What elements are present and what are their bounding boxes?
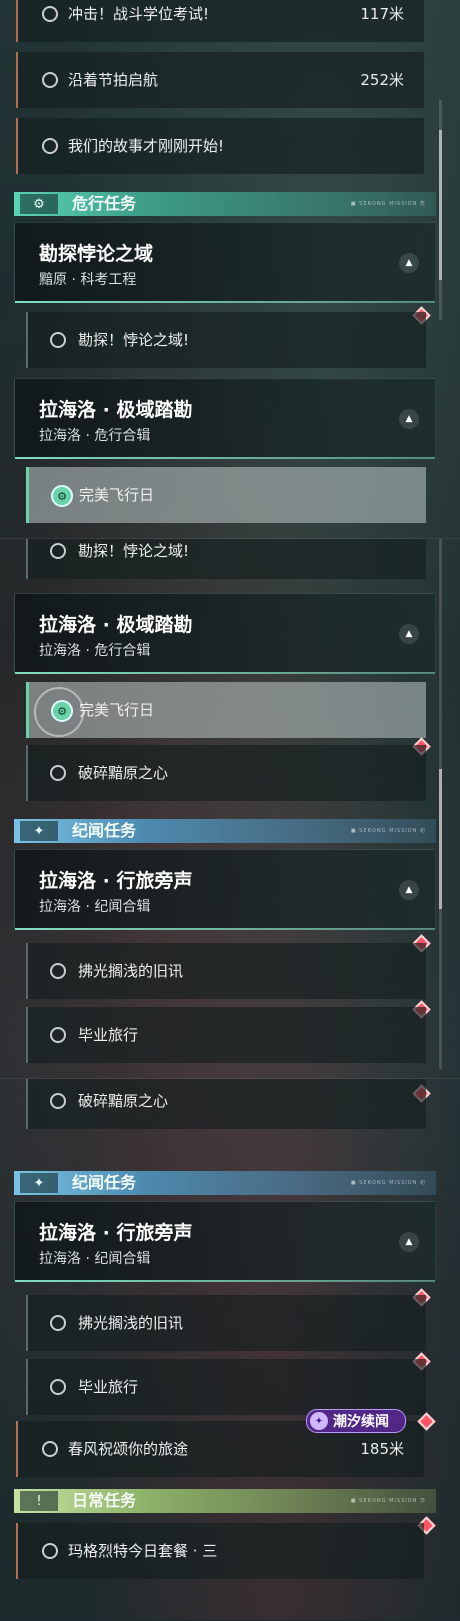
quest-series-card[interactable]: 拉海洛 · 极域踏勘 拉海洛 · 危行合辑 ▲ bbox=[14, 378, 436, 459]
active-quest-icon: ⚙ bbox=[51, 485, 73, 507]
series-subtitle: 拉海洛 · 危行合辑 bbox=[39, 428, 151, 444]
scrollbar[interactable] bbox=[439, 539, 442, 1069]
quest-circle-icon bbox=[50, 543, 66, 559]
sparkle-icon: ✦ bbox=[20, 821, 58, 841]
quest-circle-icon bbox=[50, 963, 66, 979]
sub-quest-row[interactable]: 毕业旅行 bbox=[26, 1007, 426, 1063]
quest-series-card[interactable]: 勘探悖论之域 黯原 · 科考工程 ▲ bbox=[14, 222, 436, 303]
quest-name: 勘探！悖论之域! bbox=[78, 542, 190, 560]
series-title: 拉海洛 · 行旅旁声 bbox=[39, 1222, 193, 1244]
quest-row[interactable]: 沿着节拍启航 252米 bbox=[16, 52, 424, 108]
series-title: 拉海洛 · 行旅旁声 bbox=[39, 870, 193, 892]
quest-distance: 117米 bbox=[360, 5, 404, 23]
sub-quest-row[interactable]: 勘探！悖论之域! bbox=[26, 539, 426, 579]
chevron-up-icon[interactable]: ▲ bbox=[399, 1232, 419, 1252]
quest-circle-icon bbox=[42, 6, 58, 22]
sub-quest-row[interactable]: 拂光搁浅的旧讯 bbox=[26, 1295, 426, 1351]
scrollbar-thumb[interactable] bbox=[439, 769, 442, 909]
series-subtitle: 拉海洛 · 危行合辑 bbox=[39, 643, 151, 659]
sub-quest-row[interactable]: 毕业旅行 bbox=[26, 1359, 426, 1415]
chevron-up-icon[interactable]: ▲ bbox=[399, 409, 419, 429]
event-badge-label: 潮汐续闻 bbox=[333, 1414, 389, 1430]
scrollbar-thumb[interactable] bbox=[439, 130, 442, 280]
event-icon: ✦ bbox=[310, 1412, 328, 1430]
quest-circle-icon bbox=[42, 72, 58, 88]
quest-circle-icon bbox=[42, 1441, 58, 1457]
scrollbar[interactable] bbox=[439, 100, 442, 320]
sparkle-icon: ✦ bbox=[20, 1173, 58, 1193]
quest-panel-3: 破碎黯原之心 ✦ 纪闻任务 ■ SERONG MISSION 纪 拉海洛 · 行… bbox=[0, 1078, 460, 1621]
sub-quest-row[interactable]: 破碎黯原之心 bbox=[26, 1079, 426, 1129]
section-title: 纪闻任务 bbox=[72, 821, 137, 840]
selection-ring bbox=[34, 687, 84, 737]
quest-panel-1: 冲击！战斗学位考试! 117米 沿着节拍启航 252米 我们的故事才刚刚开始! … bbox=[0, 0, 460, 538]
quest-circle-icon bbox=[50, 332, 66, 348]
exclamation-icon: ! bbox=[20, 1491, 58, 1511]
quest-circle-icon bbox=[50, 1093, 66, 1109]
quest-circle-icon bbox=[42, 1543, 58, 1559]
section-tag: ■ SERONG MISSION 纪 bbox=[350, 1180, 426, 1186]
quest-circle-icon bbox=[50, 1315, 66, 1331]
active-quest-row[interactable]: ⚙ 完美飞行日 bbox=[26, 467, 426, 523]
event-badge[interactable]: ✦ 潮汐续闻 bbox=[306, 1409, 406, 1433]
sub-quest-row[interactable]: 拂光搁浅的旧讯 bbox=[26, 943, 426, 999]
sub-quest-row[interactable]: 破碎黯原之心 bbox=[26, 745, 426, 801]
quest-name: 沿着节拍启航 bbox=[68, 71, 159, 89]
gear-icon: ⚙ bbox=[20, 194, 58, 214]
quest-row[interactable]: 冲击！战斗学位考试! 117米 bbox=[16, 0, 424, 42]
quest-name: 我们的故事才刚刚开始! bbox=[68, 137, 225, 155]
quest-name: 冲击！战斗学位考试! bbox=[68, 5, 210, 23]
quest-row[interactable]: 玛格烈特今日套餐 · 三 bbox=[16, 1523, 424, 1579]
quest-series-card[interactable]: 拉海洛 · 极域踏勘 拉海洛 · 危行合辑 ▲ bbox=[14, 593, 436, 674]
quest-name: 拂光搁浅的旧讯 bbox=[78, 962, 184, 980]
quest-row[interactable]: 我们的故事才刚刚开始! bbox=[16, 118, 424, 174]
quest-circle-icon bbox=[50, 1027, 66, 1043]
story-quest-header[interactable]: ✦ 纪闻任务 ■ SERONG MISSION 纪 bbox=[14, 1171, 436, 1195]
section-title: 纪闻任务 bbox=[72, 1173, 137, 1192]
sub-quest-row[interactable]: 勘探！悖论之域! bbox=[26, 312, 426, 368]
section-tag: ■ SERONG MISSION 纪 bbox=[350, 828, 426, 834]
series-subtitle: 拉海洛 · 纪闻合辑 bbox=[39, 1251, 151, 1267]
quest-name: 拂光搁浅的旧讯 bbox=[78, 1314, 184, 1332]
chevron-up-icon[interactable]: ▲ bbox=[399, 253, 419, 273]
quest-circle-icon bbox=[42, 138, 58, 154]
danger-quest-header[interactable]: ⚙ 危行任务 ■ SERONG MISSION 危 bbox=[14, 192, 436, 216]
quest-name: 玛格烈特今日套餐 · 三 bbox=[68, 1542, 218, 1560]
quest-name: 春风祝颂你的旅途 bbox=[68, 1440, 189, 1458]
quest-name: 完美飞行日 bbox=[79, 701, 155, 719]
quest-name: 破碎黯原之心 bbox=[78, 764, 169, 782]
series-title: 拉海洛 · 极域踏勘 bbox=[39, 614, 193, 636]
chevron-up-icon[interactable]: ▲ bbox=[399, 880, 419, 900]
quest-series-card[interactable]: 拉海洛 · 行旅旁声 拉海洛 · 纪闻合辑 ▲ bbox=[14, 1201, 436, 1282]
quest-circle-icon bbox=[50, 1379, 66, 1395]
chevron-up-icon[interactable]: ▲ bbox=[399, 624, 419, 644]
series-subtitle: 黯原 · 科考工程 bbox=[39, 272, 137, 288]
section-tag: ■ SERONG MISSION 危 bbox=[350, 201, 426, 207]
daily-quest-header[interactable]: ! 日常任务 ■ SERONG MISSION 日 bbox=[14, 1489, 436, 1513]
section-title: 危行任务 bbox=[72, 194, 137, 213]
active-quest-row[interactable]: ⚙ 完美飞行日 bbox=[26, 682, 426, 738]
quest-name: 完美飞行日 bbox=[79, 486, 155, 504]
quest-name: 毕业旅行 bbox=[78, 1378, 139, 1396]
series-title: 勘探悖论之域 bbox=[39, 243, 154, 265]
quest-name: 毕业旅行 bbox=[78, 1026, 139, 1044]
series-title: 拉海洛 · 极域踏勘 bbox=[39, 399, 193, 421]
quest-panel-2: 勘探！悖论之域! 拉海洛 · 极域踏勘 拉海洛 · 危行合辑 ▲ ⚙ 完美飞行日… bbox=[0, 538, 460, 1079]
quest-name: 勘探！悖论之域! bbox=[78, 331, 190, 349]
section-tag: ■ SERONG MISSION 日 bbox=[350, 1498, 426, 1504]
story-quest-header[interactable]: ✦ 纪闻任务 ■ SERONG MISSION 纪 bbox=[14, 819, 436, 843]
quest-name: 破碎黯原之心 bbox=[78, 1092, 169, 1110]
quest-distance: 252米 bbox=[360, 71, 404, 89]
quest-circle-icon bbox=[50, 765, 66, 781]
quest-series-card[interactable]: 拉海洛 · 行旅旁声 拉海洛 · 纪闻合辑 ▲ bbox=[14, 849, 436, 930]
section-title: 日常任务 bbox=[72, 1491, 137, 1510]
series-subtitle: 拉海洛 · 纪闻合辑 bbox=[39, 899, 151, 915]
